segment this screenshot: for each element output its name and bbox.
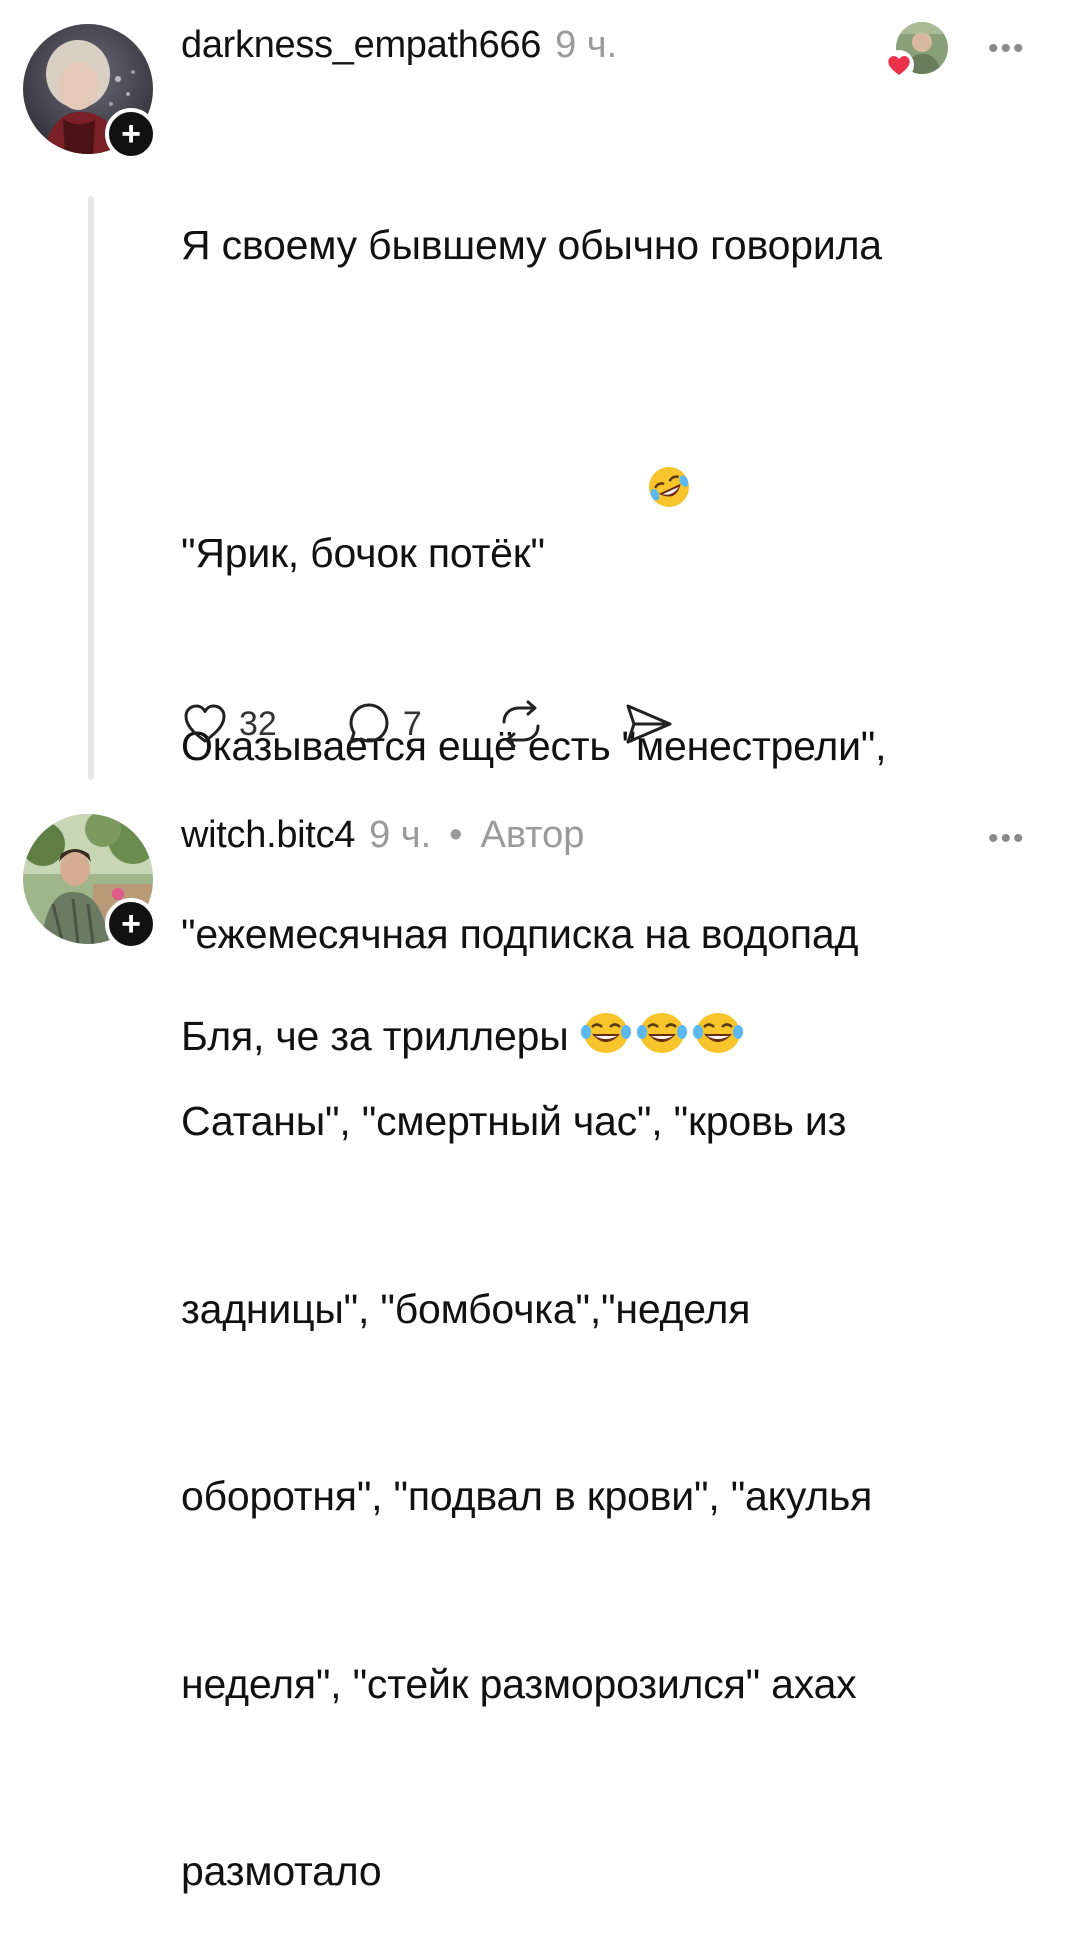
repost-icon [502, 700, 540, 748]
comment-line: задницы", "бомбочка","неделя [181, 1285, 751, 1332]
reply-button[interactable]: 7 [345, 700, 422, 748]
tears-of-joy-icon [580, 1013, 631, 1053]
comment-header: darkness_empath666 9 ч. [181, 24, 617, 67]
more-options-button[interactable]: ••• [988, 32, 1026, 66]
rolling-laughing-emoji [556, 402, 692, 591]
timestamp: 9 ч. [555, 24, 618, 66]
thread-line [88, 196, 94, 780]
like-count: 32 [239, 704, 277, 743]
comment-body: Бля, че за триллеры [181, 880, 748, 1199]
comment-header: witch.bitc4 9 ч. • Автор [181, 814, 584, 857]
comment-line: Я своему бывшему обычно говорила [181, 222, 882, 268]
comment-1: + darkness_empath666 9 ч. ••• Я своему б… [0, 0, 1083, 1894]
follow-button[interactable]: + [105, 108, 157, 160]
timestamp: 9 ч. [369, 814, 432, 856]
comment-bubble-icon [349, 703, 389, 744]
comment-2: + witch.bitc4 9 ч. • Автор ••• Бля, че з… [0, 800, 1083, 1059]
send-icon [626, 704, 672, 744]
comment-line: "Ярик, бочок потёк" [181, 402, 886, 591]
avatar-witch-bitc4[interactable]: + [23, 814, 157, 950]
comment-line: Бля, че за триллеры [181, 1005, 748, 1074]
avatar-darkness-empath[interactable]: + [23, 24, 157, 160]
comment-line: оборотня", "подвал в крови", "акулья [181, 1473, 873, 1519]
tears-of-joy-icon [636, 1013, 687, 1053]
action-bar: 32 7 [181, 700, 676, 748]
reply-count: 7 [402, 704, 422, 743]
comment-line: размотало [181, 1848, 382, 1894]
tears-of-joy-icon [692, 1013, 743, 1053]
follow-button[interactable]: + [105, 898, 157, 950]
share-button[interactable] [622, 700, 676, 748]
comment-line: неделя", "стейк разморозился" ахах [181, 1660, 857, 1707]
username[interactable]: witch.bitc4 [181, 814, 355, 857]
repost-button[interactable] [494, 700, 548, 748]
author-badge: Автор [480, 814, 585, 856]
like-button[interactable]: 32 [181, 700, 277, 748]
heart-outline-icon [184, 704, 226, 743]
username[interactable]: darkness_empath666 [181, 24, 541, 67]
heart-icon [884, 50, 914, 80]
separator-dot: • [449, 814, 463, 856]
more-options-button[interactable]: ••• [988, 822, 1026, 856]
tears-of-joy-emoji [580, 1010, 748, 1074]
